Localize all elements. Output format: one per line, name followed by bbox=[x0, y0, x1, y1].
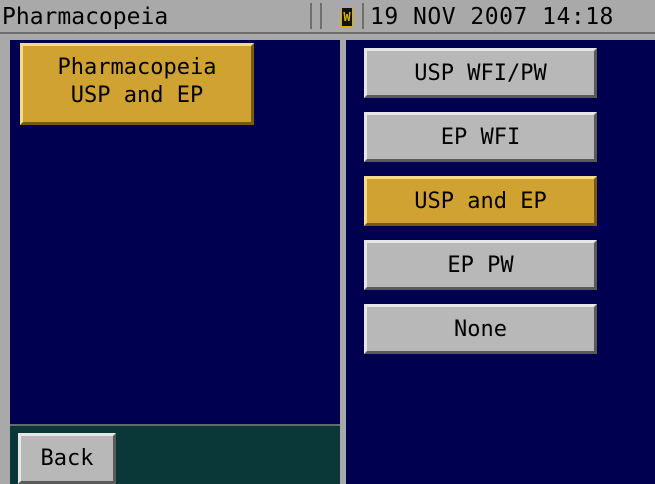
back-button[interactable]: Back bbox=[18, 433, 116, 484]
title-divider bbox=[320, 3, 322, 29]
current-setting-display: Pharmacopeia USP and EP bbox=[20, 43, 254, 125]
option-usp-wfi-pw-button[interactable]: USP WFI/PW bbox=[364, 48, 597, 98]
title-divider bbox=[310, 3, 312, 29]
option-usp-and-ep-button[interactable]: USP and EP bbox=[364, 176, 597, 226]
current-setting-label: Pharmacopeia bbox=[57, 55, 217, 80]
current-setting-value: USP and EP bbox=[70, 83, 204, 108]
date-time-display: 19 NOV 2007 14:18 bbox=[370, 4, 614, 30]
title-divider bbox=[362, 3, 364, 29]
option-ep-pw-button[interactable]: EP PW bbox=[364, 240, 597, 290]
option-none-button[interactable]: None bbox=[364, 304, 597, 354]
screen-title: Pharmacopeia bbox=[2, 4, 169, 30]
title-bar: Pharmacopeia W 19 NOV 2007 14:18 bbox=[0, 0, 655, 34]
option-ep-wfi-button[interactable]: EP WFI bbox=[364, 112, 597, 162]
status-indicator-icon: W bbox=[341, 7, 353, 27]
